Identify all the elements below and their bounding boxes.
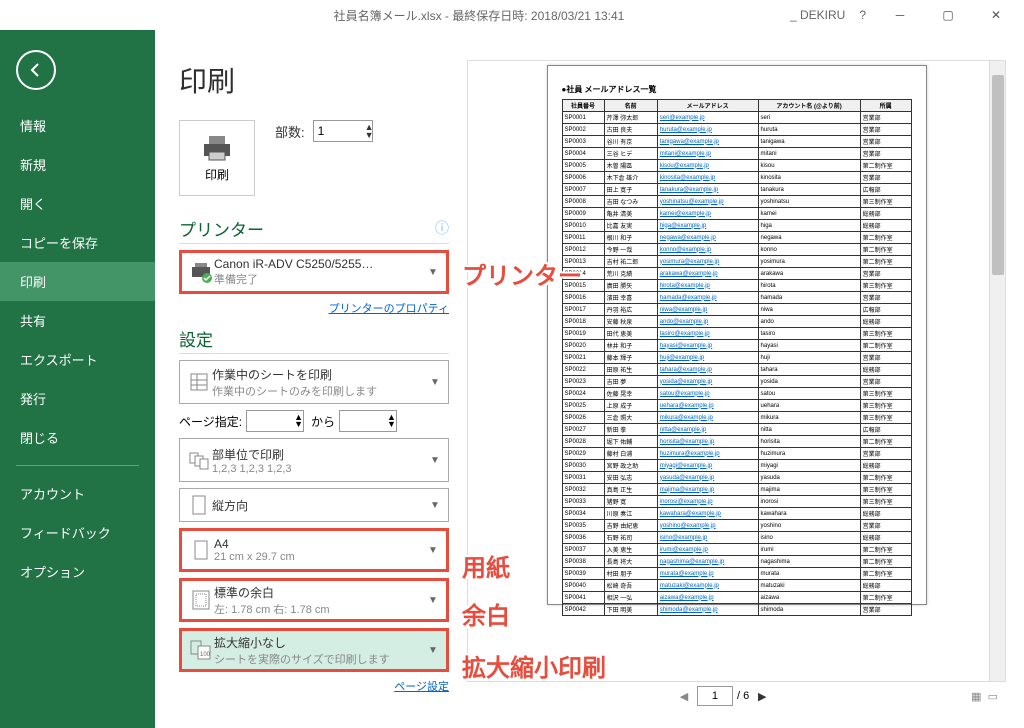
settings-heading: 設定 [179, 326, 449, 354]
preview-table: 社員番号名前メールアドレスアカウント名 (@より前)所属SP0001芹澤 弥太郎… [562, 99, 912, 616]
printer-properties-link[interactable]: プリンターのプロパティ [179, 300, 449, 316]
current-page-input[interactable] [697, 686, 733, 706]
chevron-down-icon: ▼ [428, 645, 440, 656]
printer-heading: プリンター ⓘ [179, 216, 449, 244]
maximize-button[interactable]: ▢ [928, 2, 968, 28]
sheet-icon [186, 372, 212, 392]
printer-icon [200, 134, 234, 162]
printer-status-icon [188, 261, 214, 283]
sidebar-item-11[interactable]: オプション [0, 552, 155, 591]
sidebar-item-2[interactable]: 開く [0, 184, 155, 223]
page-range-label: ページ指定: [179, 413, 242, 430]
backstage-sidebar: 情報新規開くコピーを保存印刷共有エクスポート発行閉じるアカウントフィードバックオ… [0, 30, 155, 728]
chevron-down-icon: ▼ [428, 595, 440, 606]
sidebar-item-3[interactable]: コピーを保存 [0, 223, 155, 262]
collate-dropdown[interactable]: 部単位で印刷1,2,3 1,2,3 1,2,3 ▼ [179, 438, 449, 482]
preview-sheet: ●社員 メールアドレス一覧 社員番号名前メールアドレスアカウント名 (@より前)… [547, 65, 927, 605]
printer-dropdown[interactable]: Canon iR-ADV C5250/5255… 準備完了 ▼ [179, 250, 449, 294]
print-button[interactable]: 印刷 [179, 120, 255, 196]
page-navigator: ◀ / 6 ▶ [675, 686, 771, 706]
prev-page-button[interactable]: ◀ [675, 687, 693, 705]
orientation-dropdown[interactable]: 縦方向 ▼ [179, 488, 449, 522]
paper-icon [188, 540, 214, 560]
info-icon[interactable]: ⓘ [435, 218, 449, 238]
print-preview: ●社員 メールアドレス一覧 社員番号名前メールアドレスアカウント名 (@より前)… [467, 60, 1006, 682]
scaling-dropdown[interactable]: 100 拡大縮小なしシートを実際のサイズで印刷します ▼ [179, 628, 449, 672]
portrait-icon [186, 495, 212, 515]
collate-icon [186, 450, 212, 470]
sidebar-item-10[interactable]: フィードバック [0, 513, 155, 552]
zoom-to-page-button[interactable]: ▭ [988, 690, 998, 703]
copies-down[interactable]: ▼ [365, 131, 374, 139]
sidebar-item-8[interactable]: 閉じる [0, 418, 155, 457]
back-button[interactable] [16, 50, 56, 90]
minimize-button[interactable]: ─ [880, 2, 920, 28]
sidebar-item-1[interactable]: 新規 [0, 145, 155, 184]
page-setup-link[interactable]: ページ設定 [179, 678, 449, 694]
titlebar: 社員名簿メール.xlsx - 最終保存日時: 2018/03/21 13:41 … [0, 0, 1024, 30]
sidebar-item-9[interactable]: アカウント [0, 474, 155, 513]
total-pages-label: / 6 [737, 690, 749, 702]
copies-label: 部数: [275, 122, 305, 141]
chevron-down-icon: ▼ [430, 377, 442, 388]
copies-input[interactable] [313, 120, 373, 142]
print-scope-dropdown[interactable]: 作業中のシートを印刷作業中のシートのみを印刷します ▼ [179, 360, 449, 404]
preview-scrollbar[interactable] [989, 61, 1005, 681]
sidebar-item-6[interactable]: エクスポート [0, 340, 155, 379]
page-title: 印刷 [179, 60, 449, 100]
sidebar-item-7[interactable]: 発行 [0, 379, 155, 418]
chevron-down-icon: ▼ [428, 545, 440, 556]
chevron-down-icon: ▼ [430, 455, 442, 466]
help-icon[interactable]: ? [853, 8, 872, 22]
margin-icon [188, 590, 214, 610]
sidebar-item-4[interactable]: 印刷 [0, 262, 155, 301]
window-title: 社員名簿メール.xlsx - 最終保存日時: 2018/03/21 13:41 [168, 7, 790, 24]
sidebar-item-5[interactable]: 共有 [0, 301, 155, 340]
margin-dropdown[interactable]: 標準の余白左: 1.78 cm 右: 1.78 cm ▼ [179, 578, 449, 622]
chevron-down-icon: ▼ [430, 500, 442, 511]
svg-text:100: 100 [200, 652, 211, 658]
next-page-button[interactable]: ▶ [753, 687, 771, 705]
show-margins-button[interactable]: ▦ [971, 690, 981, 703]
scale-icon: 100 [188, 640, 214, 660]
account-name[interactable]: _ DEKIRU [790, 8, 845, 22]
sidebar-item-0[interactable]: 情報 [0, 106, 155, 145]
paper-size-dropdown[interactable]: A421 cm x 29.7 cm ▼ [179, 528, 449, 572]
chevron-down-icon: ▼ [428, 267, 440, 278]
close-button[interactable]: ✕ [976, 2, 1016, 28]
